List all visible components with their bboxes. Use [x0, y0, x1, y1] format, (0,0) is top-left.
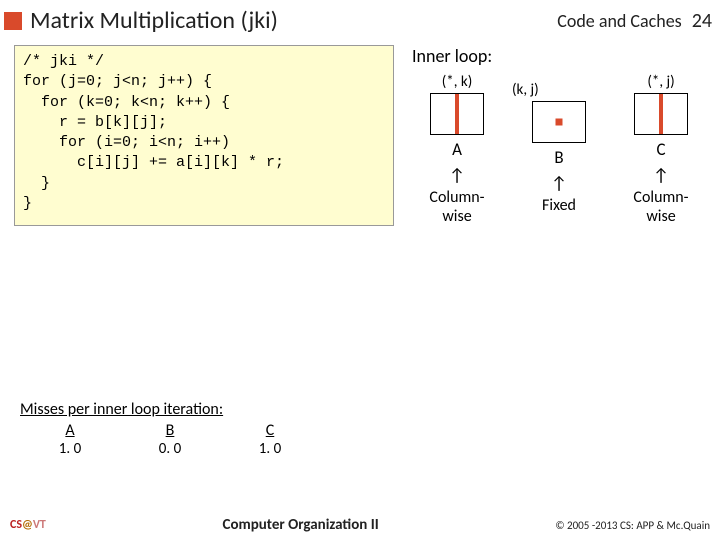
footer-at: @: [22, 518, 33, 532]
footer-affiliation: CS@VT: [10, 518, 46, 532]
column-stripe-icon: [455, 94, 459, 134]
matrix-c-access: Column- wise: [633, 188, 688, 226]
matrix-b-box: [532, 101, 586, 143]
matrix-c-name: C: [656, 139, 665, 160]
slide-footer: CS@VT Computer Organization II © 2005 -2…: [0, 516, 720, 534]
misses-val-b: 0. 0: [120, 440, 220, 458]
up-arrow-icon: ↑: [653, 166, 669, 184]
matrix-a: (*, k) A ↑ Column- wise: [418, 73, 496, 226]
matrix-c-box: [634, 93, 688, 135]
footer-cs: CS: [10, 518, 22, 532]
matrix-a-box: [430, 93, 484, 135]
footer-copyright: © 2005 -2013 CS: APP & Mc.Quain: [555, 519, 710, 532]
up-arrow-icon: ↑: [449, 166, 465, 184]
misses-col-a: A: [20, 421, 120, 440]
matrix-b-index: (k, j): [512, 81, 539, 99]
matrix-b-access: Fixed: [542, 196, 576, 215]
fixed-dot-icon: [556, 119, 563, 126]
slide-header: Matrix Multiplication (jki) Code and Cac…: [0, 0, 720, 37]
slide-title: Matrix Multiplication (jki): [30, 6, 557, 35]
matrix-b: (k, j) B ↑ Fixed: [520, 81, 598, 234]
main-content: /* jki */ for (j=0; j<n; j++) { for (k=0…: [0, 37, 720, 226]
matrix-c-index: (*, j): [647, 73, 674, 91]
misses-table: Misses per inner loop iteration: A1. 0 B…: [20, 400, 360, 458]
misses-val-c: 1. 0: [220, 440, 320, 458]
inner-loop-heading: Inner loop:: [412, 45, 706, 67]
misses-col-b: B: [120, 421, 220, 440]
misses-val-a: 1. 0: [20, 440, 120, 458]
code-block: /* jki */ for (j=0; j<n; j++) { for (k=0…: [14, 45, 394, 226]
misses-col-c: C: [220, 421, 320, 440]
matrix-b-name: B: [554, 147, 563, 168]
matrix-a-name: A: [452, 139, 462, 160]
footer-vt: VT: [33, 518, 46, 532]
footer-course: Computer Organization II: [46, 516, 556, 534]
misses-heading: Misses per inner loop iteration:: [20, 400, 360, 419]
slide-topic: Code and Caches: [557, 10, 681, 32]
matrix-c: (*, j) C ↑ Column- wise: [622, 73, 700, 226]
column-stripe-icon: [659, 94, 663, 134]
inner-loop-diagram: Inner loop: (*, k) A ↑ Column- wise (k, …: [394, 45, 706, 226]
up-arrow-icon: ↑: [551, 174, 567, 192]
accent-icon: [4, 12, 22, 30]
page-number: 24: [692, 9, 712, 33]
matrix-a-index: (*, k): [442, 73, 473, 91]
matrix-a-access: Column- wise: [429, 188, 484, 226]
